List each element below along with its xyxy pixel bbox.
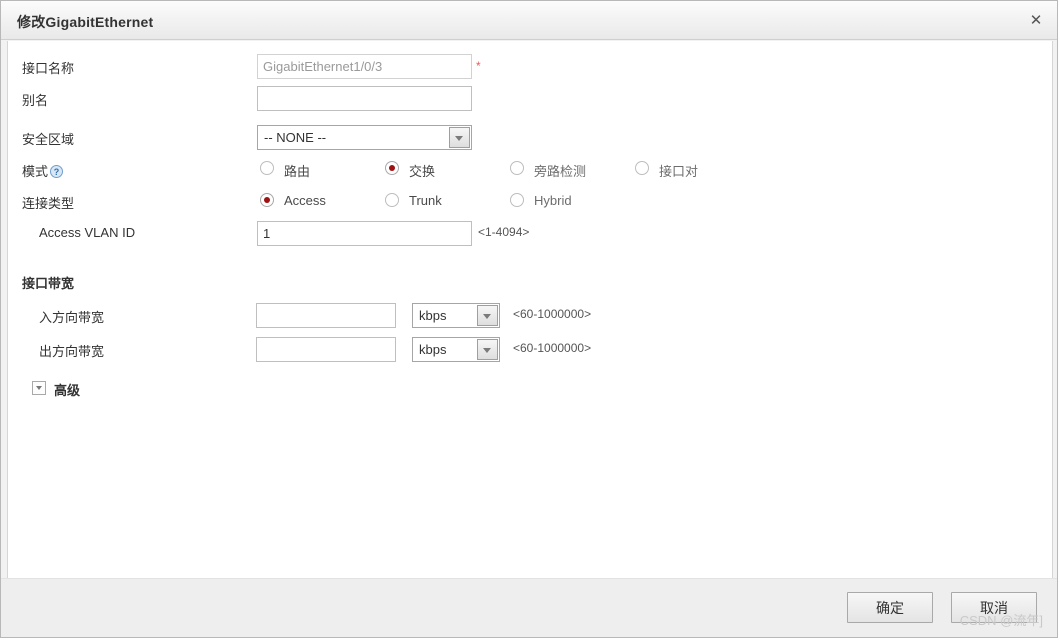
dialog-content: 接口名称 * 别名 安全区域 -- NONE -- 模式? 路由 xyxy=(7,41,1053,579)
radio-mode-interface-pair-label: 接口对 xyxy=(659,164,699,179)
alias-input[interactable] xyxy=(257,86,472,111)
security-zone-select[interactable]: -- NONE -- xyxy=(257,125,472,150)
advanced-section-row: 高级 xyxy=(8,376,1052,402)
radio-indicator xyxy=(260,193,274,207)
security-zone-value: -- NONE -- xyxy=(264,130,327,145)
label-security-zone: 安全区域 xyxy=(22,132,75,147)
radio-mode-route-label: 路由 xyxy=(284,164,311,179)
inbound-bandwidth-hint: <60-1000000> xyxy=(513,307,592,321)
label-access-vlan: Access VLAN ID xyxy=(39,225,136,240)
inbound-bandwidth-unit-select[interactable]: kbps xyxy=(412,303,500,328)
radio-mode-switch-label: 交换 xyxy=(409,164,436,179)
label-interface-name: 接口名称 xyxy=(22,61,75,76)
close-icon[interactable]: ✕ xyxy=(1025,10,1047,32)
label-alias: 别名 xyxy=(22,93,49,108)
access-vlan-hint: <1-4094> xyxy=(478,225,530,239)
radio-link-hybrid-label: Hybrid xyxy=(534,193,572,208)
dialog-title: 修改GigabitEthernet xyxy=(17,14,154,30)
radio-indicator xyxy=(260,161,274,175)
radio-indicator xyxy=(510,161,524,175)
radio-link-trunk-label: Trunk xyxy=(409,193,442,208)
dialog-titlebar: 修改GigabitEthernet ✕ xyxy=(1,1,1057,40)
field-row-mode: 模式? 路由 交换 旁路检测 接口对 xyxy=(8,157,1052,183)
label-bandwidth-section: 接口带宽 xyxy=(22,276,75,291)
chevron-down-icon[interactable] xyxy=(477,305,498,326)
label-inbound-bandwidth: 入方向带宽 xyxy=(39,310,105,325)
label-outbound-bandwidth: 出方向带宽 xyxy=(39,344,105,359)
outbound-bandwidth-unit-select[interactable]: kbps xyxy=(412,337,500,362)
field-row-interface-name: 接口名称 * xyxy=(8,54,1052,80)
radio-mode-bypass-label: 旁路检测 xyxy=(534,164,587,179)
interface-name-input[interactable] xyxy=(257,54,472,79)
radio-indicator xyxy=(385,193,399,207)
chevron-down-icon[interactable] xyxy=(477,339,498,360)
label-link-type: 连接类型 xyxy=(22,196,75,211)
ok-button[interactable]: 确定 xyxy=(847,592,933,623)
access-vlan-input[interactable] xyxy=(257,221,472,246)
radio-link-access-label: Access xyxy=(284,193,326,208)
chevron-down-icon[interactable] xyxy=(449,127,470,148)
label-mode: 模式? xyxy=(22,161,64,180)
field-row-access-vlan: Access VLAN ID <1-4094> xyxy=(8,221,1052,247)
radio-indicator xyxy=(510,193,524,207)
outbound-bandwidth-unit-value: kbps xyxy=(419,342,447,357)
label-mode-text: 模式 xyxy=(22,164,49,179)
field-row-alias: 别名 xyxy=(8,86,1052,112)
inbound-bandwidth-unit-value: kbps xyxy=(419,308,447,323)
dialog-footer: 确定 取消 CSDN @流年] xyxy=(1,578,1057,637)
outbound-bandwidth-hint: <60-1000000> xyxy=(513,341,592,355)
radio-indicator xyxy=(385,161,399,175)
outbound-bandwidth-input[interactable] xyxy=(256,337,396,362)
required-marker: * xyxy=(476,59,481,73)
section-bandwidth-header: 接口带宽 xyxy=(8,269,1052,295)
field-row-inbound-bandwidth: 入方向带宽 kbps <60-1000000> xyxy=(8,303,1052,329)
field-row-outbound-bandwidth: 出方向带宽 kbps <60-1000000> xyxy=(8,337,1052,363)
chevron-down-icon[interactable] xyxy=(32,381,46,395)
inbound-bandwidth-input[interactable] xyxy=(256,303,396,328)
field-row-link-type: 连接类型 Access Trunk Hybrid xyxy=(8,189,1052,215)
field-row-security-zone: 安全区域 -- NONE -- xyxy=(8,125,1052,151)
radio-indicator xyxy=(635,161,649,175)
advanced-expander-label: 高级 xyxy=(54,383,81,398)
cancel-button[interactable]: 取消 xyxy=(951,592,1037,623)
edit-interface-dialog: 修改GigabitEthernet ✕ 接口名称 * 别名 安全区域 -- NO… xyxy=(0,0,1058,638)
help-icon[interactable]: ? xyxy=(50,165,64,178)
